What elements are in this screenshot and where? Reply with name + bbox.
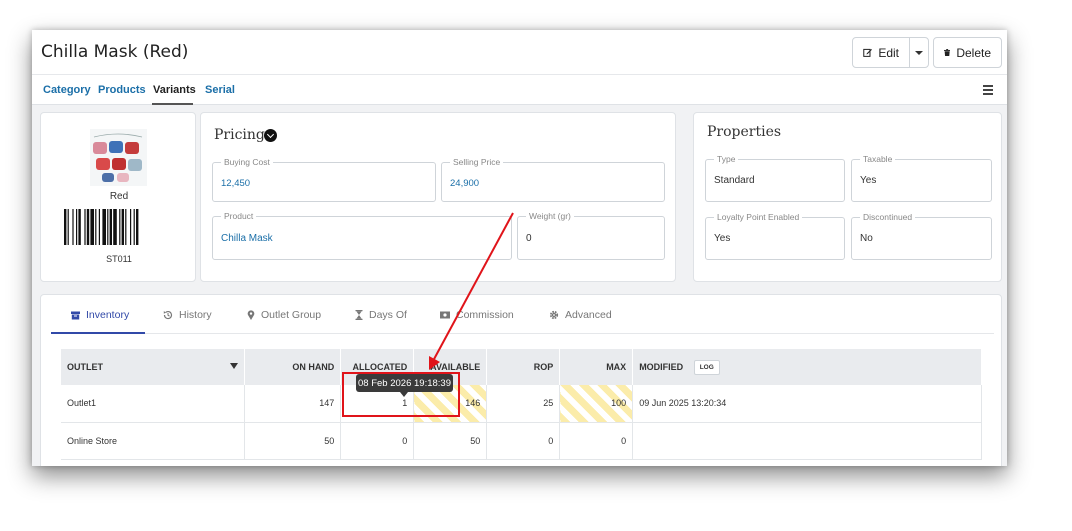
variant-name: Red <box>109 191 129 202</box>
trash-icon <box>944 49 951 56</box>
subtab-days-of[interactable]: Days Of <box>355 309 407 321</box>
active-tab-indicator <box>152 103 193 105</box>
subtab-inventory-label: Inventory <box>86 309 130 321</box>
edit-dropdown-toggle[interactable] <box>909 37 929 68</box>
subtab-advanced[interactable]: Advanced <box>549 309 612 321</box>
column-header-rop[interactable]: ROP <box>486 349 561 385</box>
subtab-advanced-label: Advanced <box>565 309 612 321</box>
subtab-outlet-group[interactable]: Outlet Group <box>247 309 321 321</box>
tab-products[interactable]: Products <box>98 84 146 96</box>
hamburger-menu-icon[interactable] <box>983 85 993 95</box>
cell-on-hand-link[interactable]: 50 <box>244 422 342 460</box>
page-header: Chilla Mask (Red) Edit Delete <box>32 30 1007 74</box>
type-field[interactable]: Type Standard <box>705 154 845 202</box>
subtab-commission-label: Commission <box>456 309 514 321</box>
type-label: Type <box>714 154 739 164</box>
taxable-value: Yes <box>860 175 877 186</box>
taxable-label: Taxable <box>860 154 896 164</box>
product-thumbnail[interactable] <box>90 129 147 186</box>
cell-outlet: Online Store <box>61 422 246 460</box>
selling-price-field[interactable]: Selling Price 24,900 <box>441 157 665 202</box>
column-header-modified-label: MODIFIED <box>639 361 684 372</box>
money-icon <box>440 311 450 319</box>
map-marker-icon <box>247 310 255 320</box>
barcode-image <box>64 209 139 245</box>
tab-category[interactable]: Category <box>43 84 91 96</box>
filter-icon[interactable] <box>230 363 239 369</box>
type-value: Standard <box>714 175 755 186</box>
buying-cost-value: 12,450 <box>221 178 251 189</box>
hourglass-icon <box>355 310 363 320</box>
delete-button-label: Delete <box>956 45 991 60</box>
discontinued-field[interactable]: Discontinued No <box>851 212 992 260</box>
cell-on-hand-link[interactable]: 147 <box>244 385 342 423</box>
subtab-outlet-group-label: Outlet Group <box>261 309 322 321</box>
box-icon <box>71 311 80 319</box>
log-button[interactable]: LOG <box>693 359 720 375</box>
subtab-commission[interactable]: Commission <box>440 309 514 321</box>
loyalty-point-field[interactable]: Loyalty Point Enabled Yes <box>705 212 845 260</box>
edit-button[interactable]: Edit <box>852 37 910 68</box>
properties-title: Properties <box>707 124 782 140</box>
product-field[interactable]: Product Chilla Mask <box>212 211 512 260</box>
loyalty-point-value: Yes <box>714 233 731 244</box>
tab-variants[interactable]: Variants <box>153 84 196 96</box>
history-icon <box>163 310 173 320</box>
selling-price-label: Selling Price <box>450 157 504 167</box>
cell-rop: 25 <box>486 385 561 423</box>
discontinued-label: Discontinued <box>860 212 916 222</box>
caret-down-icon <box>915 50 923 55</box>
delete-button[interactable]: Delete <box>933 37 1002 68</box>
subtab-history[interactable]: History <box>163 309 212 321</box>
cell-allocated-link[interactable]: 0 <box>340 422 415 460</box>
subtab-divider <box>51 333 994 334</box>
inventory-card: Inventory History Outlet Group Days Of C… <box>40 294 1002 466</box>
product-link[interactable]: Chilla Mask <box>221 233 273 244</box>
buying-cost-label: Buying Cost <box>221 157 273 167</box>
subtab-days-of-label: Days Of <box>369 309 407 321</box>
column-header-on-hand[interactable]: ON HAND <box>244 349 342 385</box>
column-header-outlet-label: OUTLET <box>67 362 103 372</box>
cell-available: 50 <box>413 422 488 460</box>
edit-button-label: Edit <box>878 45 899 60</box>
cell-modified <box>632 422 982 460</box>
selling-price-value: 24,900 <box>450 178 480 189</box>
cell-rop: 0 <box>486 422 561 460</box>
column-header-outlet: OUTLET <box>61 349 246 385</box>
active-subtab-indicator <box>51 332 145 334</box>
subtab-inventory[interactable]: Inventory <box>71 309 129 321</box>
table-header-row: OUTLET ON HAND ALLOCATED AVAILABLE ROP M… <box>61 349 982 385</box>
tab-serial[interactable]: Serial <box>205 84 235 96</box>
column-header-max[interactable]: MAX <box>559 349 634 385</box>
buying-cost-field[interactable]: Buying Cost 12,450 <box>212 157 436 202</box>
loyalty-point-label: Loyalty Point Enabled <box>714 212 803 222</box>
page-title: Chilla Mask (Red) <box>41 42 189 62</box>
variant-sku: ST011 <box>106 254 132 264</box>
properties-card: Properties Type Standard Taxable Yes Loy… <box>693 112 1002 282</box>
cell-max: 100 <box>559 385 634 423</box>
cell-modified: 09 Jun 2025 13:20:34 <box>632 385 982 423</box>
pricing-title: Pricing <box>214 127 265 143</box>
table-row: Online Store 50 0 50 0 0 <box>61 422 982 460</box>
cell-max: 0 <box>559 422 634 460</box>
weight-value: 0 <box>526 233 532 244</box>
chevron-down-circle-icon[interactable] <box>264 129 277 142</box>
main-tabs: Category Products Variants Serial <box>32 74 1007 105</box>
edit-icon <box>863 48 872 57</box>
taxable-field[interactable]: Taxable Yes <box>851 154 992 202</box>
app-window: Chilla Mask (Red) Edit Delete Category P… <box>32 30 1007 466</box>
weight-field[interactable]: Weight (gr) 0 <box>517 211 665 260</box>
pricing-card: Pricing Buying Cost 12,450 Selling Price… <box>200 112 676 282</box>
annotation-highlight-box <box>342 372 460 417</box>
variant-card: Red ST011 <box>40 112 196 282</box>
column-header-modified: MODIFIED LOG <box>632 349 982 385</box>
table-row: Outlet1 147 1 146 25 100 09 Jun 2025 13:… <box>61 385 982 423</box>
weight-label: Weight (gr) <box>526 211 574 221</box>
product-label: Product <box>221 211 257 221</box>
gear-icon <box>549 310 559 320</box>
cell-outlet: Outlet1 <box>61 385 246 423</box>
inventory-table: OUTLET ON HAND ALLOCATED AVAILABLE ROP M… <box>61 349 982 460</box>
subtab-history-label: History <box>179 309 212 321</box>
discontinued-value: No <box>860 233 873 244</box>
